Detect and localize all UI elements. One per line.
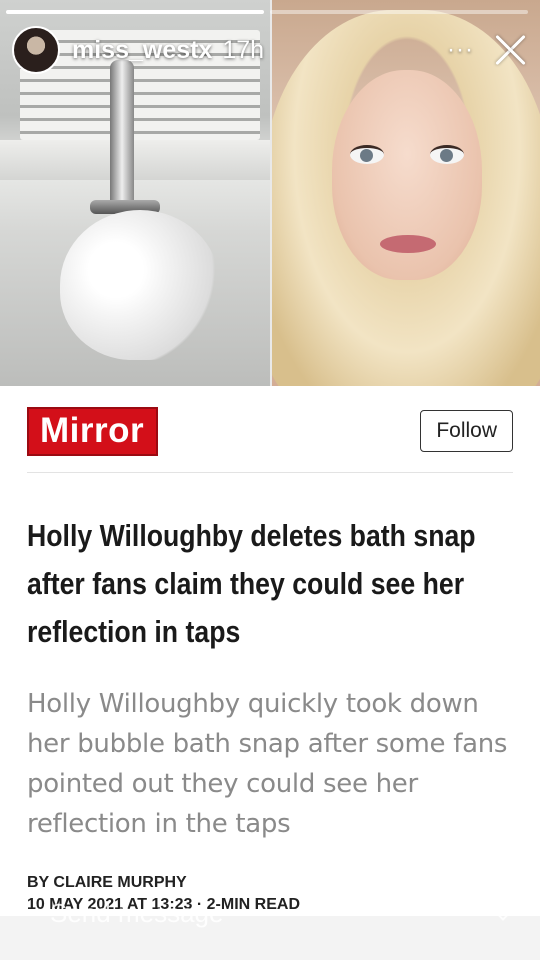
publisher-row: Mirror Follow [27, 406, 513, 456]
username[interactable]: miss_westx [72, 36, 212, 65]
progress-segment-1 [6, 10, 264, 14]
face [332, 70, 482, 280]
article-summary: Holly Willoughby quickly took down her b… [27, 689, 508, 839]
story-progress [6, 10, 528, 14]
tap [110, 60, 134, 210]
publisher-logo[interactable]: Mirror [27, 406, 159, 456]
story-view: miss_westx 17h ··· Mirror Follow Holly W… [0, 0, 540, 960]
right-eye [430, 145, 464, 164]
bubble-foam [60, 210, 220, 360]
post-time: 17h [222, 35, 265, 64]
progress-segment-2 [270, 10, 528, 14]
close-icon[interactable] [492, 32, 528, 68]
reply-bar[interactable]: Send message [0, 898, 540, 960]
bath-rim [0, 140, 270, 180]
message-input[interactable]: Send message [50, 898, 223, 929]
article-byline: BY CLAIRE MURPHY [27, 874, 187, 891]
avatar[interactable] [12, 26, 60, 74]
article-headline[interactable]: Holly Willoughby deletes bath snap after… [27, 512, 509, 656]
lips [380, 235, 436, 253]
more-icon[interactable]: ··· [447, 36, 474, 64]
left-eye [350, 145, 384, 164]
divider [27, 472, 513, 473]
story-header: miss_westx 17h ··· [12, 24, 528, 76]
article-card[interactable]: Mirror Follow Holly Willoughby deletes b… [0, 386, 540, 916]
follow-button[interactable]: Follow [420, 410, 513, 452]
